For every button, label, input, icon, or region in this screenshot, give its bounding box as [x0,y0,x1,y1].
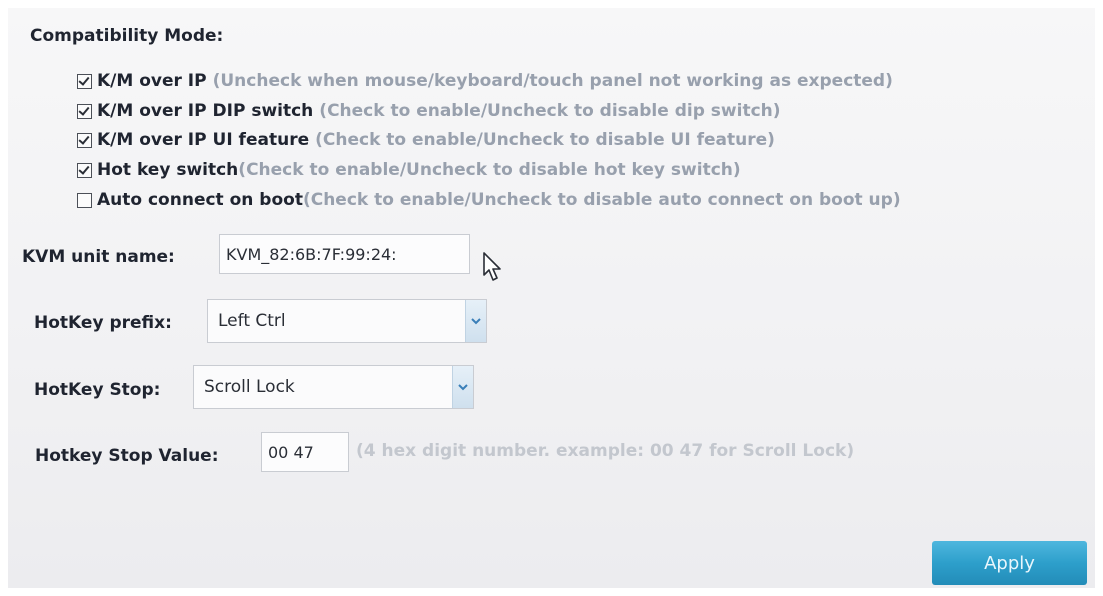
km-over-ip-checkbox[interactable] [77,73,92,89]
km-over-ip-label: K/M over IP [97,71,207,91]
kvm-unit-name-input[interactable] [219,234,470,274]
auto-connect-checkbox[interactable] [77,192,92,208]
option-km-over-ip-ui-feature[interactable]: K/M over IP UI feature (Check to enable/… [77,127,775,153]
hotkey-stop-value-hint: (4 hex digit number. example: 00 47 for … [356,441,855,461]
option-km-over-ip-dip-switch[interactable]: K/M over IP DIP switch (Check to enable/… [77,98,781,124]
chevron-down-icon[interactable] [452,366,473,408]
ui-feature-hint: (Check to enable/Uncheck to disable UI f… [315,130,775,150]
auto-connect-hint: (Check to enable/Uncheck to disable auto… [302,190,901,210]
hotkey-prefix-select[interactable]: Left Ctrl [207,299,487,343]
mouse-pointer-icon [482,251,504,287]
hotkey-stop-value-label: Hotkey Stop Value: [35,446,219,466]
hotkey-stop-value: Scroll Lock [204,377,295,397]
option-auto-connect-on-boot[interactable]: Auto connect on boot (Check to enable/Un… [77,187,901,213]
dip-switch-hint: (Check to enable/Uncheck to disable dip … [319,101,781,121]
hotkey-stop-select[interactable]: Scroll Lock [193,365,474,409]
hot-key-switch-checkbox[interactable] [77,162,92,178]
apply-button[interactable]: Apply [932,541,1087,585]
hotkey-stop-label: HotKey Stop: [34,380,161,400]
ui-feature-label: K/M over IP UI feature [97,130,310,150]
settings-panel [8,8,1095,588]
dip-switch-checkbox[interactable] [77,103,92,119]
dip-switch-label: K/M over IP DIP switch [97,101,314,121]
hot-key-switch-hint: (Check to enable/Uncheck to disable hot … [238,160,741,180]
ui-feature-checkbox[interactable] [77,132,92,148]
kvm-unit-name-label: KVM unit name: [22,247,175,267]
hotkey-prefix-label: HotKey prefix: [34,313,172,333]
hotkey-prefix-value: Left Ctrl [218,311,286,331]
option-km-over-ip[interactable]: K/M over IP (Uncheck when mouse/keyboard… [77,68,893,94]
auto-connect-label: Auto connect on boot [97,190,303,210]
compatibility-mode-title: Compatibility Mode: [30,26,224,46]
hotkey-stop-value-input[interactable] [261,432,349,472]
chevron-down-icon[interactable] [465,300,486,342]
option-hot-key-switch[interactable]: Hot key switch (Check to enable/Uncheck … [77,157,741,183]
km-over-ip-hint: (Uncheck when mouse/keyboard/touch panel… [212,71,893,91]
hot-key-switch-label: Hot key switch [97,160,239,180]
